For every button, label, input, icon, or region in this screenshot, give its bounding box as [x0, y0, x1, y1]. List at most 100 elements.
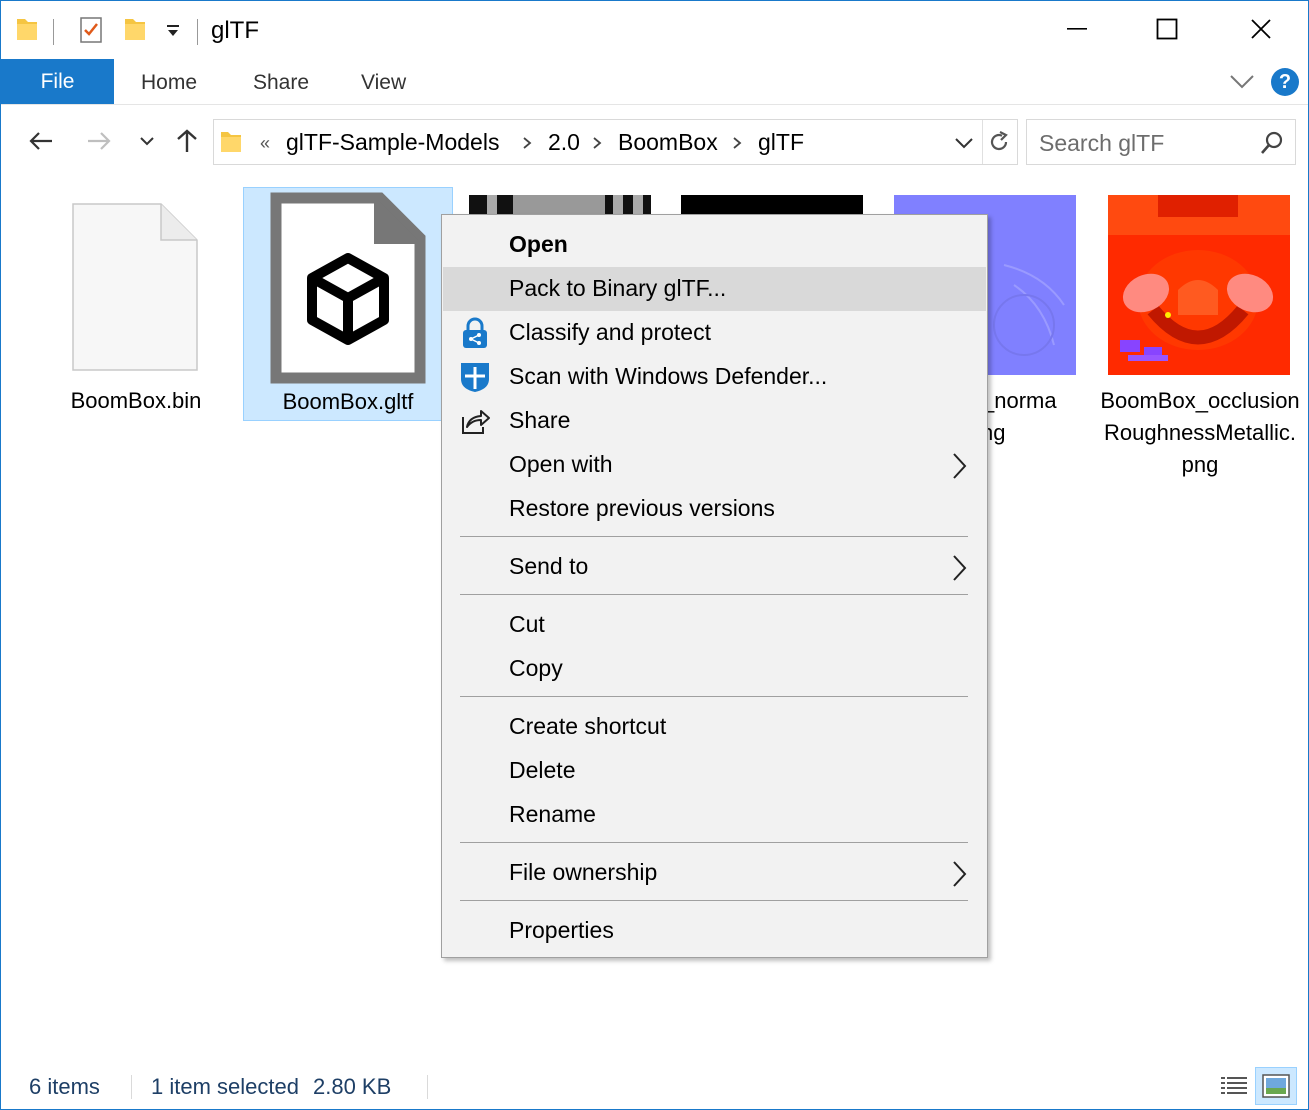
chevron-down-icon	[140, 137, 154, 146]
status-selection: 1 item selected	[151, 1074, 299, 1099]
close-button[interactable]	[1215, 1, 1307, 57]
window-title: glTF	[211, 17, 259, 44]
chevron-right-icon[interactable]	[732, 136, 742, 150]
divider	[53, 19, 54, 45]
title-bar: glTF	[1, 1, 1308, 59]
menu-item-cut[interactable]: Cut	[443, 603, 986, 647]
menu-item-label: Properties	[509, 917, 614, 943]
refresh-icon[interactable]	[987, 130, 1011, 154]
arrow-left-icon	[29, 132, 52, 150]
menu-separator	[460, 900, 968, 901]
address-bar[interactable]: « glTF-Sample-Models 2.0 BoomBox glTF	[213, 119, 1018, 165]
menu-separator	[460, 696, 968, 697]
menu-item-pack-to-binary-gltf[interactable]: Pack to Binary glTF...	[443, 267, 986, 311]
folder-icon[interactable]	[15, 15, 39, 43]
ribbon: File Home Share View ?	[1, 59, 1308, 105]
submenu-chevron-right-icon	[953, 861, 967, 887]
navigation-bar: « glTF-Sample-Models 2.0 BoomBox glTF Se…	[1, 105, 1308, 175]
arrow-right-icon	[88, 132, 111, 150]
tab-file[interactable]: File	[1, 59, 114, 104]
file-item-boombox-bin[interactable]: BoomBox.bin	[31, 187, 241, 422]
menu-separator	[460, 536, 968, 537]
menu-separator	[460, 842, 968, 843]
folder-icon	[221, 132, 241, 152]
breadcrumb-overflow[interactable]: «	[260, 133, 270, 154]
file-item-occlusion-roughness-metallic[interactable]: BoomBox_occlusionRoughnessMetallic.png	[1095, 195, 1305, 477]
menu-item-rename[interactable]: Rename	[443, 793, 986, 837]
details-view-icon[interactable]	[1219, 1071, 1249, 1101]
large-icons-view-icon	[1262, 1074, 1290, 1098]
menu-item-restore-previous-versions[interactable]: Restore previous versions	[443, 487, 986, 531]
maximize-button[interactable]	[1121, 1, 1213, 57]
menu-item-share[interactable]: Share	[443, 399, 986, 443]
menu-separator	[460, 594, 968, 595]
divider	[427, 1075, 428, 1099]
gltf-cube-file-icon	[270, 192, 426, 384]
breadcrumb-boombox[interactable]: BoomBox	[618, 129, 718, 156]
file-name: BoomBox.gltf	[282, 389, 414, 414]
menu-item-label: File ownership	[509, 859, 658, 885]
minimize-button[interactable]	[1031, 1, 1123, 57]
texture-thumbnail	[681, 195, 863, 215]
menu-item-scan-with-windows-defender[interactable]: Scan with Windows Defender...	[443, 355, 986, 399]
tab-home[interactable]: Home	[141, 71, 197, 95]
menu-item-label: Copy	[509, 655, 563, 681]
menu-item-label: Open with	[509, 451, 613, 477]
menu-item-label: Send to	[509, 553, 589, 579]
menu-item-label: Restore previous versions	[509, 495, 775, 521]
menu-item-label: Classify and protect	[509, 319, 711, 345]
breadcrumb-gltf-sample-models[interactable]: glTF-Sample-Models	[286, 129, 499, 156]
menu-item-file-ownership[interactable]: File ownership	[443, 851, 986, 895]
context-menu: Open Pack to Binary glTF... Classify and…	[441, 214, 988, 958]
expand-ribbon-chevron-icon[interactable]	[1227, 69, 1257, 93]
status-size: 2.80 KB	[313, 1074, 392, 1099]
divider	[982, 120, 983, 164]
large-icons-view-button[interactable]	[1255, 1067, 1297, 1105]
menu-item-label: Create shortcut	[509, 713, 667, 739]
chevron-right-icon[interactable]	[592, 136, 602, 150]
customize-toolbar-icon[interactable]	[165, 23, 181, 39]
search-box[interactable]: Search glTF	[1026, 119, 1296, 165]
tab-share[interactable]: Share	[253, 71, 309, 95]
menu-item-properties[interactable]: Properties	[443, 909, 986, 953]
new-folder-icon[interactable]	[123, 15, 147, 43]
breadcrumb-2-0[interactable]: 2.0	[548, 129, 580, 156]
arrow-up-icon	[177, 129, 197, 152]
address-history-chevron-icon[interactable]	[954, 136, 974, 150]
recent-locations-button[interactable]	[131, 125, 163, 157]
menu-item-label: Rename	[509, 801, 596, 827]
chevron-right-icon[interactable]	[522, 136, 532, 150]
lock-share-icon	[463, 317, 487, 348]
back-button[interactable]	[25, 125, 57, 157]
up-button[interactable]	[171, 125, 203, 157]
help-button[interactable]: ?	[1271, 68, 1299, 96]
orm-texture-thumbnail	[1108, 195, 1290, 375]
search-input[interactable]: Search glTF	[1039, 130, 1164, 157]
menu-item-classify-and-protect[interactable]: Classify and protect	[443, 311, 986, 355]
submenu-chevron-right-icon	[953, 453, 967, 479]
blank-file-icon	[72, 203, 198, 371]
forward-button[interactable]	[83, 125, 115, 157]
menu-item-create-shortcut[interactable]: Create shortcut	[443, 705, 986, 749]
properties-checkmark-icon[interactable]	[79, 15, 103, 45]
menu-item-open-with[interactable]: Open with	[443, 443, 986, 487]
menu-item-delete[interactable]: Delete	[443, 749, 986, 793]
divider	[131, 1075, 132, 1099]
tab-view[interactable]: View	[361, 71, 406, 95]
menu-item-label: Delete	[509, 757, 576, 783]
file-name: BoomBox.bin	[70, 388, 202, 413]
menu-item-open[interactable]: Open	[443, 223, 986, 267]
menu-item-label: Cut	[509, 611, 545, 637]
menu-item-send-to[interactable]: Send to	[443, 545, 986, 589]
status-bar: 6 items 1 item selected 2.80 KB	[1, 1063, 1308, 1109]
search-icon	[1261, 131, 1283, 154]
divider	[197, 19, 198, 45]
file-name: BoomBox_occlusionRoughnessMetallic.png	[1100, 388, 1300, 477]
close-icon	[1251, 19, 1271, 39]
share-icon	[462, 410, 490, 434]
menu-item-label: Scan with Windows Defender...	[509, 363, 828, 389]
breadcrumb-gltf[interactable]: glTF	[758, 129, 804, 156]
menu-item-copy[interactable]: Copy	[443, 647, 986, 691]
file-item-boombox-gltf[interactable]: BoomBox.gltf	[243, 187, 453, 421]
explorer-window: glTF File Home Share View ? « glTF-Sampl…	[0, 0, 1309, 1110]
